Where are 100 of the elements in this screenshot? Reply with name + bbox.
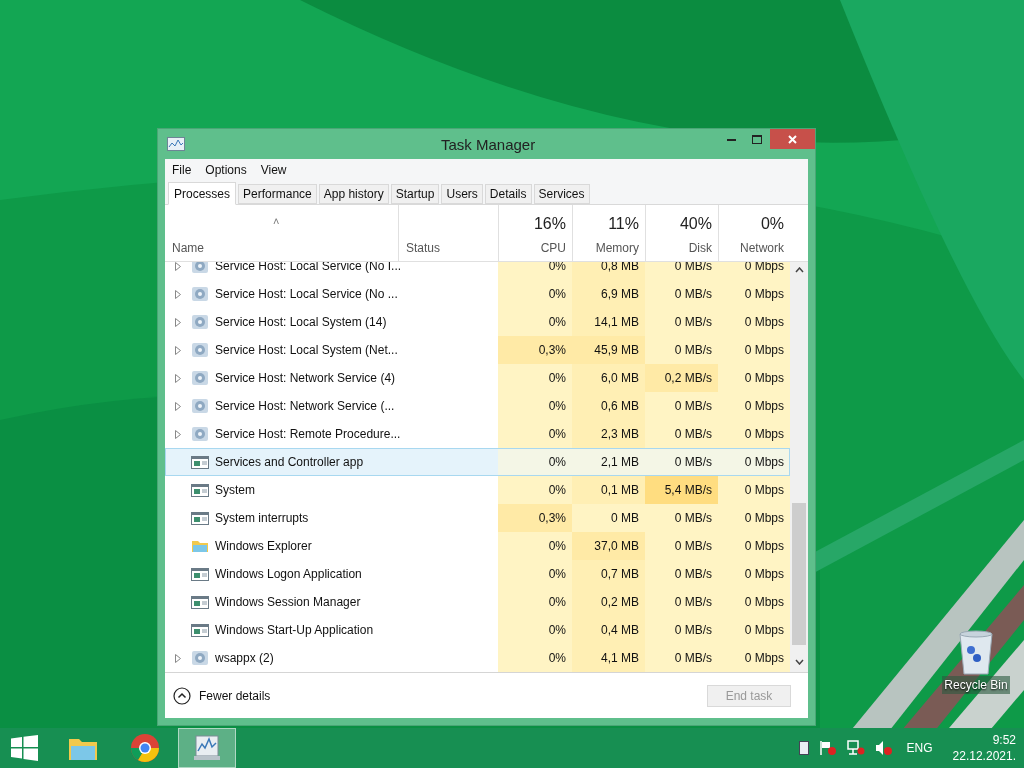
table-row[interactable]: Service Host: Local System (Net... 0,3% 45,9 MB 0 MB/s 0 Mbps [165, 336, 790, 364]
table-cell: 0,6 MB [572, 392, 645, 420]
table-cell: 0 MB/s [645, 448, 718, 476]
table-cell: 0 MB/s [645, 560, 718, 588]
table-row[interactable]: Windows Start-Up Application 0% 0,4 MB 0 MB/s 0 Mbps [165, 616, 790, 644]
table-row[interactable]: Service Host: Remote Procedure... 0% 2,3 MB 0 MB/s 0 Mbps [165, 420, 790, 448]
table-row[interactable]: Services and Controller app 0% 2,1 MB 0 MB/s 0 Mbps [165, 448, 790, 476]
window-icon [191, 622, 209, 638]
table-cell: 0 Mbps [718, 448, 790, 476]
table-row[interactable]: Windows Logon Application 0% 0,7 MB 0 MB/s 0 Mbps [165, 560, 790, 588]
table-cell: 0 Mbps [718, 504, 790, 532]
table-cell: 0,8 MB [572, 262, 645, 280]
table-row[interactable]: System interrupts 0,3% 0 MB 0 MB/s 0 Mbps [165, 504, 790, 532]
menu-item[interactable]: Options [205, 161, 247, 179]
tab[interactable]: Processes [168, 182, 237, 205]
expand-icon[interactable] [175, 429, 181, 439]
taskbar-app[interactable] [178, 728, 236, 768]
close-button[interactable] [770, 129, 815, 149]
scrollbar-thumb[interactable] [792, 503, 806, 645]
table-cell: 4,1 MB [572, 644, 645, 672]
window-icon [191, 454, 209, 470]
table-row[interactable]: Service Host: Local Service (No I... 0% 0,8 MB 0 MB/s 0 Mbps [165, 262, 790, 280]
scrollbar[interactable] [790, 262, 808, 672]
table-row[interactable]: Service Host: Local System (14) 0% 14,1 MB 0 MB/s 0 Mbps [165, 308, 790, 336]
tab[interactable]: Details [484, 184, 532, 204]
table-cell: 37,0 MB [572, 532, 645, 560]
expand-icon[interactable] [175, 373, 181, 383]
column-header[interactable]: CPU [540, 239, 566, 257]
table-row[interactable]: wsappx (2) 0% 4,1 MB 0 MB/s 0 Mbps [165, 644, 790, 672]
recycle-bin-icon[interactable] [957, 630, 995, 676]
gear-icon [191, 262, 209, 274]
expand-icon[interactable] [175, 262, 181, 271]
table-cell: 14,1 MB [572, 308, 645, 336]
close-icon [788, 134, 797, 144]
table-row[interactable]: Service Host: Network Service (... 0% 0,6 MB 0 MB/s 0 Mbps [165, 392, 790, 420]
gear-icon [191, 286, 209, 302]
usage-total: 0% [760, 214, 784, 234]
table-cell: 0 Mbps [718, 420, 790, 448]
clock-date[interactable]: 22.12.2021. [952, 748, 1016, 764]
table-cell: 6,0 MB [572, 364, 645, 392]
table-row[interactable]: Windows Session Manager 0% 0,2 MB 0 MB/s 0 Mbps [165, 588, 790, 616]
windows-logo-icon [10, 735, 38, 761]
tab[interactable]: Performance [238, 184, 317, 204]
column-header[interactable]: Network [740, 239, 784, 257]
table-cell: 0 Mbps [718, 644, 790, 672]
expand-icon[interactable] [175, 653, 181, 663]
table-row[interactable]: System 0% 0,1 MB 5,4 MB/s 0 Mbps [165, 476, 790, 504]
expand-icon[interactable] [175, 345, 181, 355]
process-name: Service Host: Network Service (... [215, 398, 395, 415]
scroll-up-icon[interactable] [794, 267, 804, 273]
show-desktop-icon[interactable] [798, 741, 809, 755]
column-header[interactable]: Memory [595, 239, 639, 257]
sort-indicator: ˄ [273, 214, 280, 229]
table-cell: 0% [498, 308, 572, 336]
window-icon [191, 510, 209, 526]
process-name: Service Host: Local Service (No ... [215, 286, 398, 303]
window-title: Task Manager [441, 135, 536, 155]
process-name: wsappx (2) [215, 650, 274, 667]
usage-total: 40% [679, 214, 712, 234]
folder-icon [191, 538, 209, 554]
scroll-down-icon[interactable] [794, 659, 804, 665]
expand-icon[interactable] [175, 317, 181, 327]
process-name: Service Host: Remote Procedure... [215, 426, 401, 443]
table-cell: 0 MB [572, 504, 645, 532]
tab[interactable]: Users [441, 184, 483, 204]
table-cell: 0 Mbps [718, 476, 790, 504]
tab[interactable]: Startup [390, 184, 440, 204]
process-name: Windows Logon Application [215, 566, 362, 583]
process-name: System [215, 482, 255, 499]
table-cell: 0% [498, 364, 572, 392]
language-indicator[interactable]: ENG [906, 739, 933, 757]
expand-icon[interactable] [175, 401, 181, 411]
process-name: Services and Controller app [215, 454, 364, 471]
table-cell: 0 Mbps [718, 588, 790, 616]
table-row[interactable]: Service Host: Local Service (No ... 0% 6,9 MB 0 MB/s 0 Mbps [165, 280, 790, 308]
fewer-details-button[interactable]: Fewer details [173, 686, 271, 705]
table-cell: 0% [498, 280, 572, 308]
table-row[interactable]: Service Host: Network Service (4) 0% 6,0 MB 0,2 MB/s 0 Mbps [165, 364, 790, 392]
menu-item[interactable]: View [260, 161, 287, 179]
table-row[interactable]: Windows Explorer 0% 37,0 MB 0 MB/s 0 Mbps [165, 532, 790, 560]
column-header[interactable]: Name [172, 239, 204, 257]
table-cell: 0 MB/s [645, 420, 718, 448]
table-cell: 0 MB/s [645, 392, 718, 420]
clock-time[interactable]: 9:52 [992, 732, 1016, 748]
table-cell: 0 Mbps [718, 280, 790, 308]
muted-speaker-icon[interactable] [874, 740, 893, 756]
column-header[interactable]: Status [406, 239, 441, 257]
network-icon[interactable] [846, 740, 865, 756]
table-cell: 0 MB/s [645, 336, 718, 364]
table-cell: 0 Mbps [718, 532, 790, 560]
tab[interactable]: App history [318, 184, 389, 204]
table-cell: 0% [498, 476, 572, 504]
table-cell: 0 MB/s [645, 280, 718, 308]
table-cell: 0 Mbps [718, 308, 790, 336]
column-header[interactable]: Disk [688, 239, 712, 257]
tab[interactable]: Services [533, 184, 590, 204]
browser-icon [128, 731, 162, 765]
menu-item[interactable]: File [172, 161, 192, 179]
expand-icon[interactable] [175, 289, 181, 299]
flag-icon[interactable] [818, 740, 837, 756]
